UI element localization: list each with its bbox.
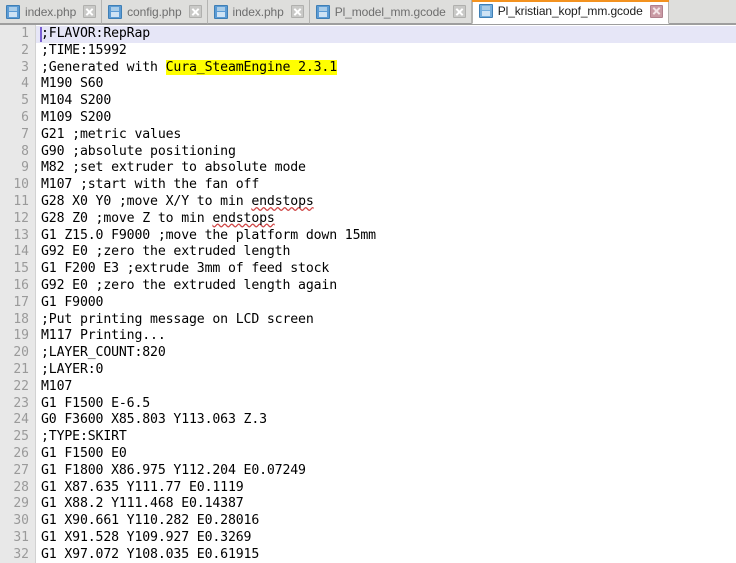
spellcheck-underline: endstops <box>212 210 275 226</box>
code-line[interactable]: G1 Z15.0 F9000 ;move the platform down 1… <box>36 228 736 245</box>
tab-bar-empty-area <box>668 0 736 24</box>
line-number: 6 <box>21 109 29 125</box>
line-number: 11 <box>13 193 29 209</box>
line-number: 8 <box>21 143 29 159</box>
close-icon[interactable] <box>188 5 202 18</box>
line-number: 20 <box>13 345 29 361</box>
line-number: 16 <box>13 277 29 293</box>
code-line[interactable]: ;Put printing message on LCD screen <box>36 312 736 329</box>
code-area[interactable]: ;FLAVOR:RepRap ;TIME:15992 ;Generated with… <box>36 25 736 563</box>
tab-bar: index.php config.php index.php Pl_model_mm.… <box>0 0 736 25</box>
code-line[interactable]: M104 S200 <box>36 93 736 110</box>
line-number: 29 <box>13 496 29 512</box>
tab-label: config.php <box>127 4 182 19</box>
floppy-disk-icon <box>6 4 20 19</box>
code-line[interactable]: M107 <box>36 379 736 396</box>
line-number: 27 <box>13 462 29 478</box>
close-icon[interactable] <box>83 5 97 18</box>
tab-label: Pl_model_mm.gcode <box>334 4 446 19</box>
line-number: 14 <box>13 244 29 260</box>
line-number: 21 <box>13 361 29 377</box>
code-line[interactable]: G21 ;metric values <box>36 127 736 144</box>
code-line[interactable]: G28 Z0 ;move Z to min endstops <box>36 211 736 228</box>
line-number: 15 <box>13 261 29 277</box>
floppy-disk-icon <box>478 4 493 18</box>
search-highlight: Cura_SteamEngine 2.3.1 <box>165 59 338 75</box>
close-icon[interactable] <box>290 5 304 18</box>
tab-label: Pl_kristian_kopf_mm.gcode <box>497 4 643 18</box>
code-line[interactable]: M82 ;set extruder to absolute mode <box>36 160 736 177</box>
code-line[interactable]: M109 S200 <box>36 110 736 127</box>
tab-1[interactable]: config.php <box>102 0 208 24</box>
code-line[interactable]: M117 Printing... <box>36 328 736 345</box>
code-line[interactable]: G1 X87.635 Y111.77 E0.1119 <box>36 480 736 497</box>
code-line[interactable]: G1 X97.072 Y108.035 E0.61915 <box>36 547 736 563</box>
close-icon[interactable] <box>452 5 466 18</box>
tab-3[interactable]: Pl_model_mm.gcode <box>309 0 472 24</box>
code-line[interactable]: M190 S60 <box>36 76 736 93</box>
code-line[interactable]: ;TIME:15992 <box>36 43 736 60</box>
code-line[interactable]: G1 F200 E3 ;extrude 3mm of feed stock <box>36 261 736 278</box>
floppy-disk-icon <box>315 4 330 19</box>
floppy-disk-icon <box>213 4 228 19</box>
line-number: 30 <box>13 513 29 529</box>
line-number: 13 <box>13 227 29 243</box>
tab-label: index.php <box>232 4 284 19</box>
line-number: 7 <box>21 126 29 142</box>
line-number: 26 <box>13 445 29 461</box>
line-number: 22 <box>13 378 29 394</box>
close-icon[interactable] <box>649 4 663 18</box>
line-number: 2 <box>21 42 29 58</box>
line-number-gutter: 1 2 3 4 5 6 7 8 9 10 11 12 13 14 15 16 17 18 19 20 21 22 23 24 2… <box>0 25 36 563</box>
code-line[interactable]: G92 E0 ;zero the extruded length <box>36 244 736 261</box>
line-number: 28 <box>13 479 29 495</box>
line-number: 12 <box>13 210 29 226</box>
code-line[interactable]: ;LAYER:0 <box>36 362 736 379</box>
tab-0[interactable]: index.php <box>0 0 103 24</box>
code-editor[interactable]: 1 2 3 4 5 6 7 8 9 10 11 12 13 14 15 16 17 18 19 20 21 22 23 24 2… <box>0 25 736 563</box>
code-line[interactable]: G1 F9000 <box>36 295 736 312</box>
code-line[interactable]: G1 F1500 E0 <box>36 446 736 463</box>
code-line[interactable]: G1 X88.2 Y111.468 E0.14387 <box>36 496 736 513</box>
code-line[interactable]: G1 X90.661 Y110.282 E0.28016 <box>36 513 736 530</box>
code-line[interactable]: G92 E0 ;zero the extruded length again <box>36 278 736 295</box>
line-number: 23 <box>13 395 29 411</box>
tab-label: index.php <box>25 4 77 19</box>
code-line[interactable]: G1 X91.528 Y109.927 E0.3269 <box>36 530 736 547</box>
line-number: 17 <box>13 294 29 310</box>
line-number: 24 <box>13 412 29 428</box>
line-number: 10 <box>13 177 29 193</box>
line-number: 32 <box>13 546 29 562</box>
code-line[interactable]: ;TYPE:SKIRT <box>36 429 736 446</box>
code-line[interactable]: G28 X0 Y0 ;move X/Y to min endstops <box>36 194 736 211</box>
spellcheck-underline: endstops <box>251 193 314 209</box>
line-number: 18 <box>13 311 29 327</box>
line-number: 9 <box>21 160 29 176</box>
line-number: 19 <box>13 328 29 344</box>
tab-2[interactable]: index.php <box>207 0 310 24</box>
code-line[interactable]: G1 F1500 E-6.5 <box>36 396 736 413</box>
line-number: 4 <box>21 76 29 92</box>
code-line[interactable]: G1 F1800 X86.975 Y112.204 E0.07249 <box>36 463 736 480</box>
code-line[interactable]: ;Generated with Cura_SteamEngine 2.3.1 <box>36 59 736 77</box>
editor-window: index.php config.php index.php Pl_model_mm.… <box>0 0 736 563</box>
line-number: 31 <box>13 529 29 545</box>
code-line[interactable]: G90 ;absolute positioning <box>36 144 736 161</box>
code-line[interactable]: ;LAYER_COUNT:820 <box>36 345 736 362</box>
line-number: 3 <box>21 59 29 75</box>
tab-4[interactable]: Pl_kristian_kopf_mm.gcode <box>471 0 669 24</box>
code-line[interactable]: M107 ;start with the fan off <box>36 177 736 194</box>
code-line[interactable]: G0 F3600 X85.803 Y113.063 Z.3 <box>36 412 736 429</box>
floppy-disk-icon <box>108 4 123 19</box>
line-number: 25 <box>13 429 29 445</box>
code-line[interactable]: ;FLAVOR:RepRap <box>36 26 736 43</box>
line-number: 5 <box>21 93 29 109</box>
line-number: 1 <box>21 26 29 41</box>
